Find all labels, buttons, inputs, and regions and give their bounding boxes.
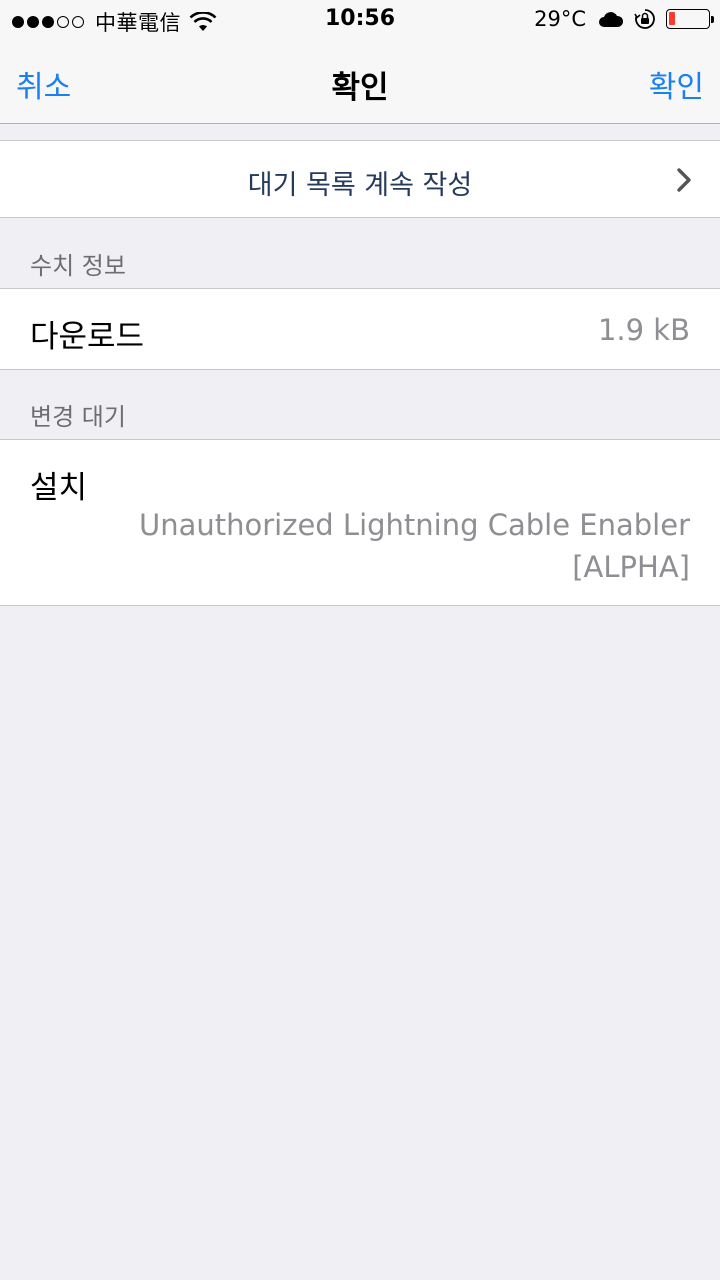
download-size-row: 다운로드 1.9 kB <box>0 288 720 370</box>
page-title: 확인 <box>331 70 389 106</box>
top-bar: 中華電信 10:56 29°C 취소 확인 확인 <box>0 0 720 124</box>
rotation-lock-icon <box>634 9 655 29</box>
install-row: 설치 Unauthorized Lightning Cable Enabler … <box>0 439 720 606</box>
status-bar: 中華電信 10:56 29°C <box>0 0 720 40</box>
cloud-icon <box>599 12 624 27</box>
temperature: 29°C <box>534 7 586 31</box>
navigation-bar: 취소 확인 확인 <box>0 40 720 124</box>
battery-icon <box>666 9 714 29</box>
install-label: 설치 <box>30 470 88 506</box>
confirm-button[interactable]: 확인 <box>649 62 704 106</box>
download-value: 1.9 kB <box>597 313 690 347</box>
chevron-right-icon <box>677 168 691 192</box>
install-package-name: Unauthorized Lightning Cable Enabler [AL… <box>139 508 690 584</box>
status-right: 29°C <box>534 7 714 31</box>
download-label: 다운로드 <box>30 319 145 355</box>
section-header-pending: 변경 대기 <box>30 403 126 431</box>
continue-queue-label: 대기 목록 계속 작성 <box>247 170 473 201</box>
section-header-stats: 수치 정보 <box>30 252 126 280</box>
battery-level <box>669 12 675 25</box>
continue-queue-button[interactable]: 대기 목록 계속 작성 <box>0 140 720 218</box>
screen: 中華電信 10:56 29°C 취소 확인 확인 대기 목록 계속 작성 수치 … <box>0 0 720 1280</box>
